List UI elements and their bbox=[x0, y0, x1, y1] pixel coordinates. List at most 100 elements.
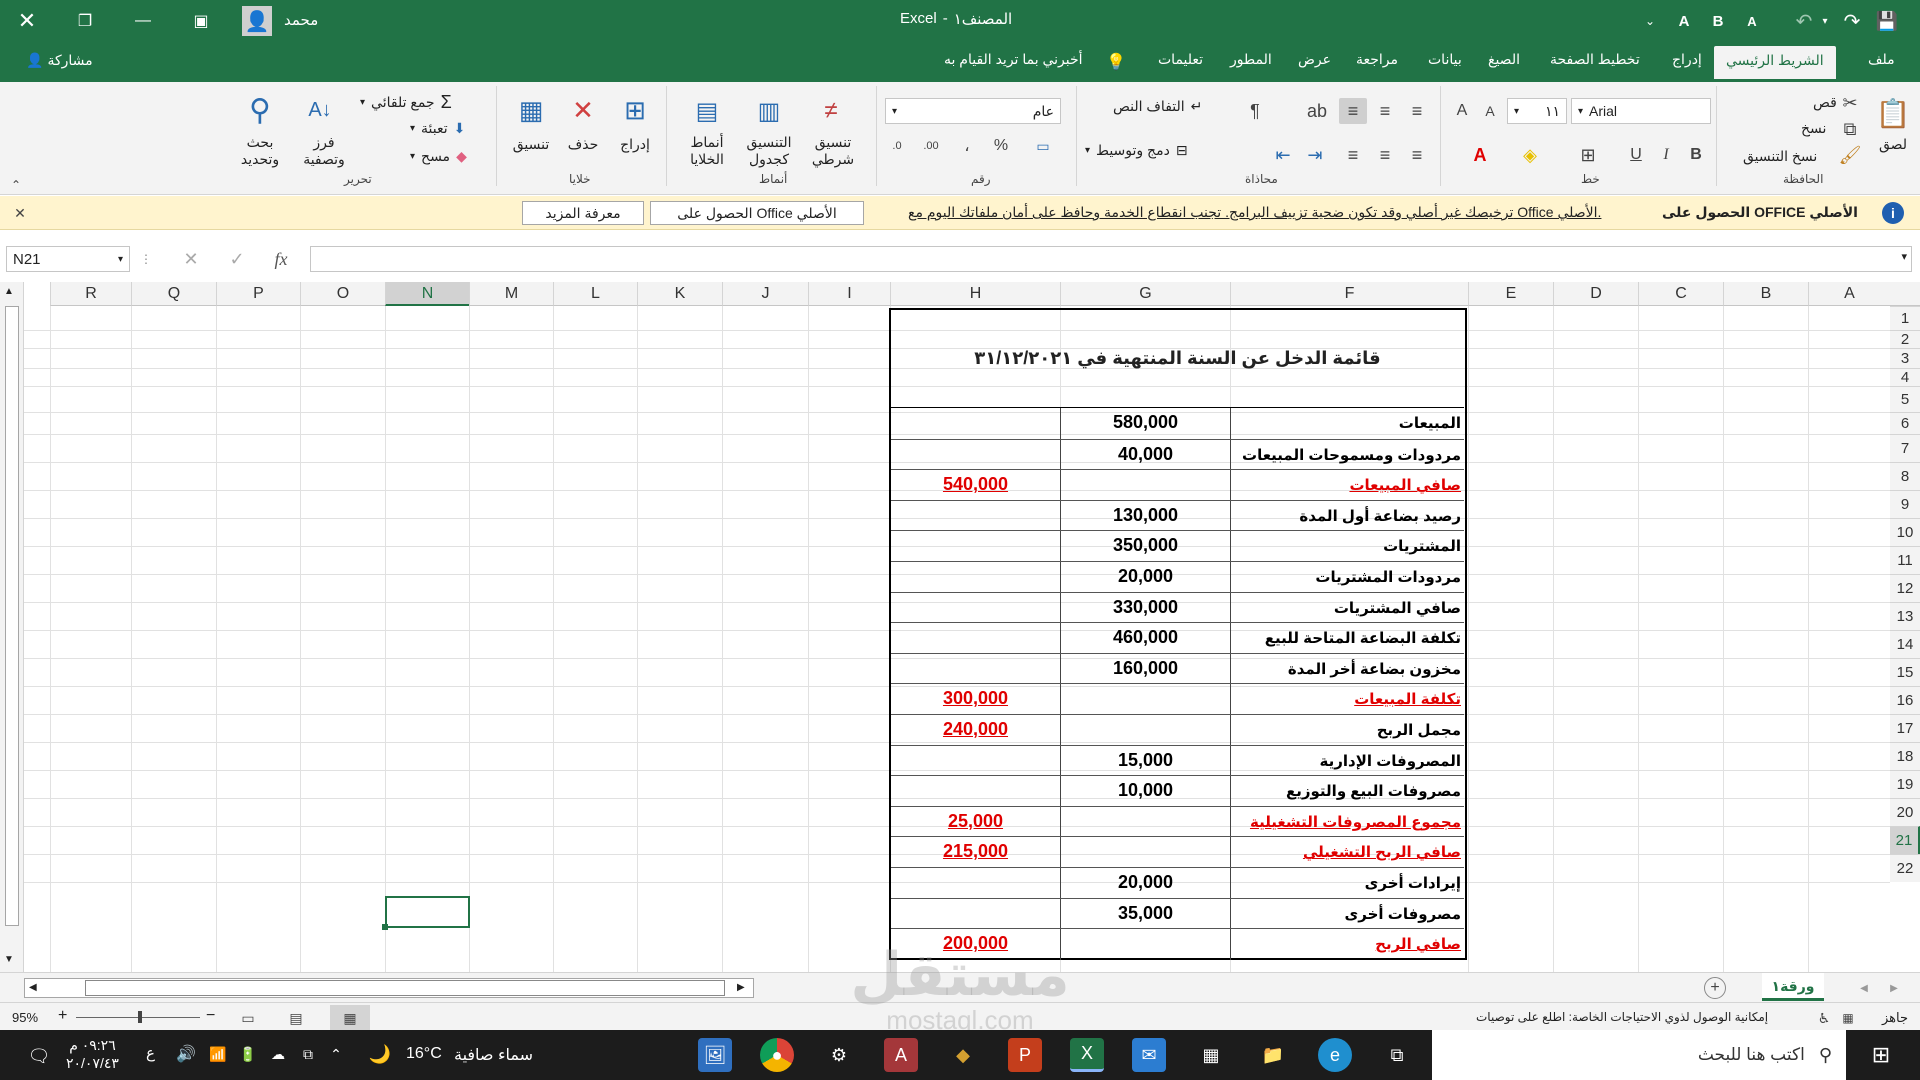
statement-value-h[interactable]: 300,000 bbox=[891, 688, 1060, 709]
photos-app-icon[interactable]: 🖼 bbox=[698, 1038, 732, 1072]
row-header-8[interactable]: 8 bbox=[1890, 462, 1920, 490]
statement-label[interactable]: مجمل الربح bbox=[1231, 721, 1461, 739]
statement-label[interactable]: المصروفات الإدارية bbox=[1231, 752, 1461, 770]
statement-value-h[interactable]: 540,000 bbox=[891, 474, 1060, 495]
find-select-button[interactable]: بحث وتحديد bbox=[234, 134, 286, 168]
tab-data[interactable]: بيانات bbox=[1428, 51, 1462, 68]
weather-temp[interactable]: 16°C bbox=[406, 1045, 442, 1063]
format-cells-icon[interactable]: ▦ bbox=[511, 90, 551, 130]
redo-icon[interactable]: ↷ bbox=[1838, 8, 1866, 34]
message-text[interactable]: ترخيصك غير أصلي وقد تكون ضحية تزييف البر… bbox=[908, 204, 1601, 221]
get-genuine-button[interactable]: الحصول على Office الأصلي bbox=[650, 201, 864, 225]
scroll-down-icon[interactable]: ▼ bbox=[4, 954, 14, 965]
save-icon[interactable]: 💾 bbox=[1872, 8, 1902, 34]
statement-label[interactable]: تكلفة البضاعة المتاحة للبيع bbox=[1231, 629, 1461, 647]
settings-icon[interactable]: ⚙ bbox=[822, 1038, 856, 1072]
font-name-select[interactable]: ▾ Arial bbox=[1571, 98, 1711, 124]
insert-cells-button[interactable]: إدراج bbox=[615, 136, 655, 153]
learn-more-button[interactable]: معرفة المزيد bbox=[522, 201, 644, 225]
page-break-view-icon[interactable]: ▭ bbox=[236, 1007, 260, 1029]
column-header-o[interactable]: O bbox=[300, 282, 385, 306]
font-size-select[interactable]: ▾ ١١ bbox=[1507, 98, 1567, 124]
row-header-12[interactable]: 12 bbox=[1890, 574, 1920, 602]
decrease-indent-icon[interactable]: ⇤ bbox=[1269, 142, 1297, 168]
statement-value-h[interactable]: 215,000 bbox=[891, 841, 1060, 862]
statement-value-g[interactable]: 10,000 bbox=[1061, 780, 1230, 801]
fill-color-icon[interactable]: ◈ bbox=[1517, 142, 1543, 168]
zoom-level[interactable]: 95% bbox=[12, 1010, 38, 1025]
autosum-button[interactable]: ▾ جمع تلقائي Σ bbox=[360, 92, 452, 113]
row-header-22[interactable]: 22 bbox=[1890, 854, 1920, 882]
cloud-icon[interactable]: ☁ bbox=[266, 1042, 290, 1066]
row-header-13[interactable]: 13 bbox=[1890, 602, 1920, 630]
statement-label[interactable]: صافي الربح التشغيلي bbox=[1231, 843, 1461, 861]
horizontal-scrollbar[interactable]: ◀ ▶ bbox=[24, 978, 754, 998]
row-header-11[interactable]: 11 bbox=[1890, 546, 1920, 574]
weather-desc[interactable]: سماء صافية bbox=[454, 1045, 533, 1065]
format-painter-button[interactable]: نسخ التنسيق bbox=[1743, 148, 1817, 165]
mail-icon[interactable]: ✉ bbox=[1132, 1038, 1166, 1072]
font-grow-icon[interactable]: A bbox=[1672, 8, 1696, 34]
statement-value-h[interactable]: 200,000 bbox=[891, 933, 1060, 954]
orientation-icon[interactable]: ab bbox=[1303, 98, 1331, 124]
chrome-icon[interactable]: ● bbox=[760, 1038, 794, 1072]
avatar[interactable]: 👤 bbox=[242, 6, 272, 36]
ribbon-display-icon[interactable]: ▣ bbox=[186, 6, 216, 36]
collapse-ribbon-icon[interactable]: ⌃ bbox=[8, 178, 24, 192]
statement-value-g[interactable]: 40,000 bbox=[1061, 444, 1230, 465]
row-header-9[interactable]: 9 bbox=[1890, 490, 1920, 518]
h-scroll-thumb[interactable] bbox=[85, 980, 725, 996]
comma-style-button[interactable]: ، bbox=[953, 134, 981, 158]
fill-button[interactable]: ▾ تعبئة ⬇ bbox=[410, 120, 465, 137]
find-icon[interactable]: ⚲ bbox=[240, 90, 280, 130]
tab-view[interactable]: عرض bbox=[1298, 51, 1331, 68]
fill-handle[interactable] bbox=[382, 924, 388, 930]
row-header-10[interactable]: 10 bbox=[1890, 518, 1920, 546]
statement-value-g[interactable]: 580,000 bbox=[1061, 412, 1230, 433]
minimize-icon[interactable]: — bbox=[128, 6, 158, 36]
scroll-right-icon[interactable]: ▶ bbox=[737, 982, 745, 993]
column-header-j[interactable]: J bbox=[722, 282, 808, 306]
tab-home[interactable]: الشريط الرئيسي bbox=[1714, 46, 1836, 79]
increase-indent-icon[interactable]: ⇥ bbox=[1301, 142, 1329, 168]
statement-value-h[interactable]: 240,000 bbox=[891, 719, 1060, 740]
start-windows-icon[interactable]: ⊞ bbox=[1866, 1040, 1896, 1070]
qat-customize-icon[interactable]: ⌄ bbox=[1640, 8, 1660, 34]
sort-filter-icon[interactable]: A↓ bbox=[300, 92, 340, 128]
add-sheet-icon[interactable]: + bbox=[1704, 977, 1726, 999]
row-header-21[interactable]: 21 bbox=[1890, 826, 1920, 854]
tab-developer[interactable]: المطور bbox=[1230, 51, 1272, 68]
accounting-format-icon[interactable]: ▭ bbox=[1029, 134, 1057, 158]
column-header-c[interactable]: C bbox=[1638, 282, 1723, 306]
volume-icon[interactable]: 🔊 bbox=[174, 1042, 198, 1066]
cell-styles-button[interactable]: أنماط الخلايا bbox=[681, 134, 733, 168]
bold-button[interactable]: B bbox=[1683, 142, 1709, 168]
show-hidden-icon[interactable]: ⌃ bbox=[326, 1042, 346, 1066]
statement-label[interactable]: مردودات المشتريات bbox=[1231, 568, 1461, 586]
select-all-corner[interactable] bbox=[1890, 282, 1920, 306]
column-header-n[interactable]: N bbox=[385, 282, 469, 306]
notification-icon[interactable]: 🗨 bbox=[24, 1044, 54, 1068]
column-header-l[interactable]: L bbox=[553, 282, 637, 306]
undo-dropdown-icon[interactable]: ▾ bbox=[1818, 8, 1832, 34]
column-header-q[interactable]: Q bbox=[131, 282, 216, 306]
column-header-r[interactable]: R bbox=[50, 282, 131, 306]
align-top-icon[interactable]: ≡ bbox=[1339, 98, 1367, 124]
generic-app-icon[interactable]: ◆ bbox=[946, 1038, 980, 1072]
statement-label[interactable]: مصروفات البيع والتوزيع bbox=[1231, 782, 1461, 800]
statement-value-h[interactable]: 25,000 bbox=[891, 811, 1060, 832]
tab-page-layout[interactable]: تخطيط الصفحة bbox=[1550, 51, 1640, 68]
selected-cell-n21[interactable] bbox=[385, 896, 470, 928]
statement-label[interactable]: مخزون بضاعة أخر المدة bbox=[1231, 660, 1461, 678]
format-as-table-icon[interactable]: ▥ bbox=[749, 92, 789, 130]
statement-label[interactable]: تكلفة المبيعات bbox=[1231, 690, 1461, 708]
format-as-table-button[interactable]: التنسيق كجدول bbox=[739, 134, 799, 168]
wrap-text-button[interactable]: التفاف النص ↵ bbox=[1113, 98, 1202, 115]
access-app-icon[interactable]: A bbox=[884, 1038, 918, 1072]
tab-insert[interactable]: إدراج bbox=[1672, 51, 1702, 68]
statement-value-g[interactable]: 20,000 bbox=[1061, 566, 1230, 587]
align-middle-icon[interactable]: ≡ bbox=[1371, 98, 1399, 124]
merge-center-button[interactable]: ▾ دمج وتوسيط ⊟ bbox=[1085, 142, 1188, 159]
statement-label[interactable]: مجموع المصروفات التشغيلية bbox=[1231, 813, 1461, 831]
statement-value-g[interactable]: 15,000 bbox=[1061, 750, 1230, 771]
